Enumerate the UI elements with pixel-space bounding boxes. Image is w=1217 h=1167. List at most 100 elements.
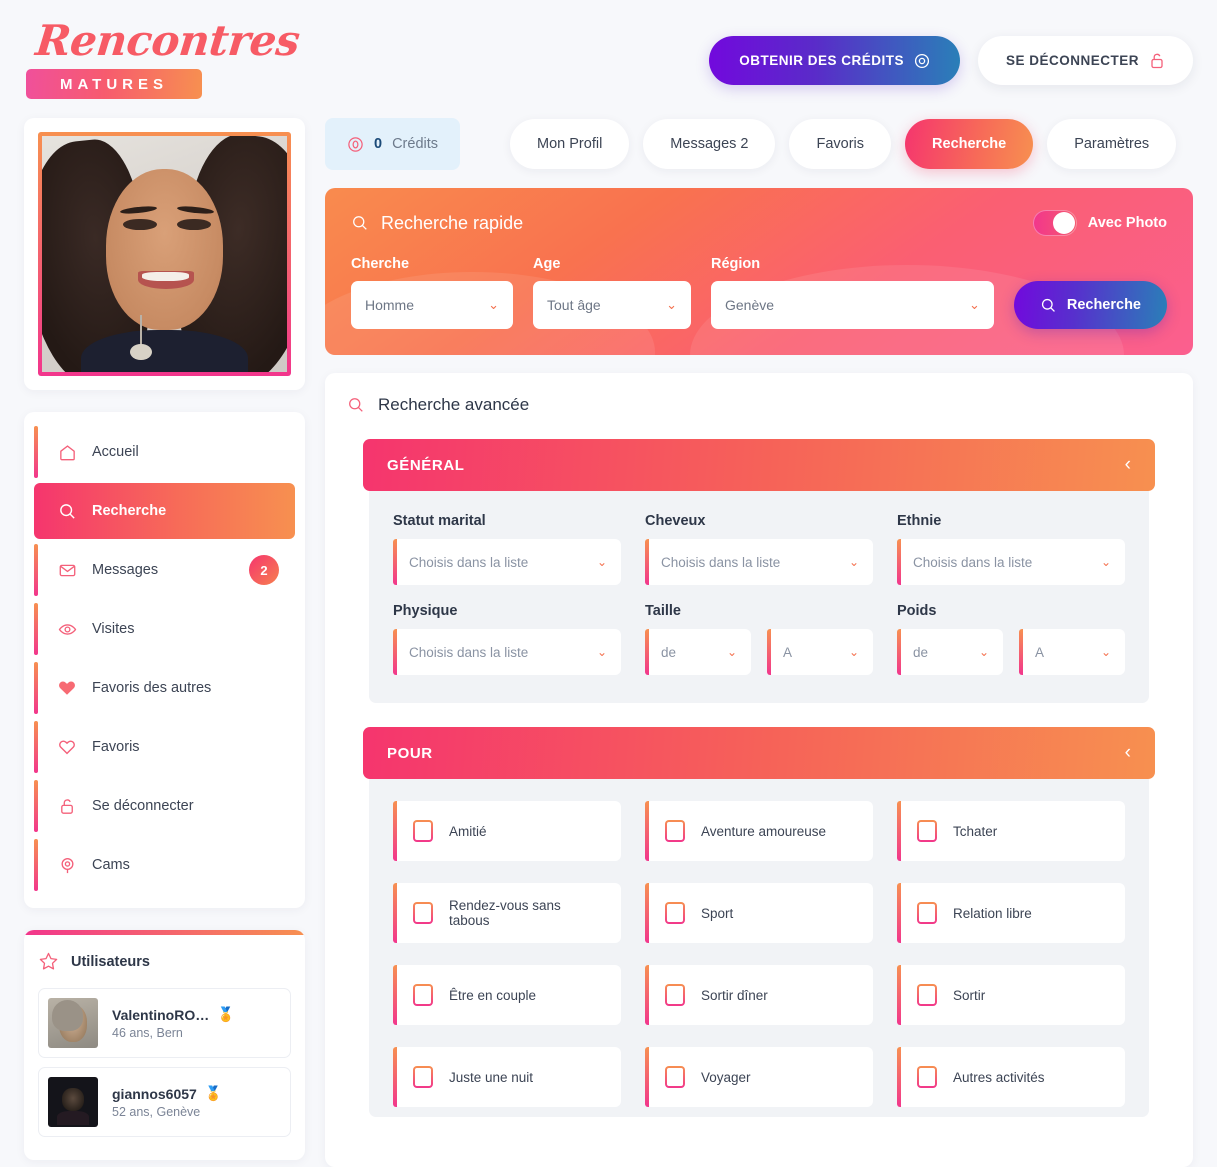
search-icon xyxy=(56,500,78,522)
heart-filled-icon xyxy=(56,677,78,699)
chevron-left-icon: ‹ xyxy=(1124,454,1131,475)
sidebar-item-recherche[interactable]: Recherche xyxy=(34,483,295,539)
eye-icon xyxy=(56,618,78,640)
sidebar-item-se-deconnecter[interactable]: Se déconnecter xyxy=(34,778,295,834)
checkbox-box[interactable] xyxy=(917,902,937,924)
tab-mon-profil[interactable]: Mon Profil xyxy=(510,119,630,169)
user-name: ValentinoRO… xyxy=(112,1006,210,1023)
brand-logo[interactable]: Rencontres MATURES xyxy=(24,16,302,99)
list-item[interactable]: ValentinoRO… 🏅 46 ans, Bern xyxy=(38,988,291,1058)
checkbox-autres-activites[interactable]: Autres activités xyxy=(896,1047,1125,1107)
field-statut-marital-label: Statut marital xyxy=(393,513,486,529)
sidebar-item-label: Favoris des autres xyxy=(92,680,212,696)
checkbox-box[interactable] xyxy=(665,902,685,924)
chevron-down-icon: ⌄ xyxy=(848,645,859,659)
checkbox-rendez-vous-sans-tabous[interactable]: Rendez-vous sans tabous xyxy=(393,883,621,943)
region-select[interactable]: Genève ⌄ xyxy=(711,281,994,329)
field-ethnie: Ethnie Choisis dans la liste ⌄ xyxy=(897,513,1125,585)
cherche-select[interactable]: Homme ⌄ xyxy=(351,281,513,329)
toggle-knob xyxy=(1052,212,1075,234)
tab-recherche[interactable]: Recherche xyxy=(905,119,1034,169)
users-panel-title: Utilisateurs xyxy=(71,953,150,970)
chevron-down-icon: ⌄ xyxy=(968,297,980,312)
sidebar-item-visites[interactable]: Visites xyxy=(34,601,295,657)
checkbox-box[interactable] xyxy=(917,820,937,842)
main-top-row: 0 Crédits Mon Profil Messages 2 Favoris … xyxy=(325,118,1193,170)
checkbox-sport[interactable]: Sport xyxy=(644,883,873,943)
checkbox-box[interactable] xyxy=(665,1066,685,1088)
quick-search-button[interactable]: Recherche xyxy=(1013,281,1167,329)
tab-favoris[interactable]: Favoris xyxy=(789,119,892,169)
sidebar-item-messages[interactable]: Messages 2 xyxy=(34,542,295,598)
field-cherche-label: Cherche xyxy=(351,256,410,272)
checkbox-amitie[interactable]: Amitié xyxy=(393,801,621,861)
get-credits-button[interactable]: OBTENIR DES CRÉDITS xyxy=(709,36,960,85)
quick-search-title-group: Recherche rapide xyxy=(351,213,523,234)
checkbox-sortir-diner[interactable]: Sortir dîner xyxy=(644,965,873,1025)
taille-to-select[interactable]: A ⌄ xyxy=(767,629,873,675)
star-icon xyxy=(38,951,59,972)
tab-messages[interactable]: Messages 2 xyxy=(643,119,776,169)
sidebar-item-cams[interactable]: Cams xyxy=(34,837,295,893)
field-poids: Poids de ⌄ A ⌄ xyxy=(897,603,1125,675)
checkbox-aventure-amoureuse[interactable]: Aventure amoureuse xyxy=(644,801,873,861)
users-panel: Utilisateurs ValentinoRO… 🏅 46 ans, Bern xyxy=(24,930,305,1160)
checkbox-etre-en-couple[interactable]: Être en couple xyxy=(393,965,621,1025)
advanced-search-title-group: Recherche avancée xyxy=(347,395,1171,415)
top-actions: OBTENIR DES CRÉDITS SE DÉCONNECTER xyxy=(709,36,1193,85)
ethnie-select[interactable]: Choisis dans la liste ⌄ xyxy=(897,539,1125,585)
checkbox-box[interactable] xyxy=(413,820,433,842)
checkbox-box[interactable] xyxy=(665,820,685,842)
checkbox-label: Sport xyxy=(700,905,734,921)
avatar[interactable] xyxy=(38,132,291,376)
avec-photo-label: Avec Photo xyxy=(1087,215,1167,231)
checkbox-relation-libre[interactable]: Relation libre xyxy=(896,883,1125,943)
checkbox-box[interactable] xyxy=(413,902,433,924)
checkbox-sortir[interactable]: Sortir xyxy=(896,965,1125,1025)
get-credits-label: OBTENIR DES CRÉDITS xyxy=(739,53,904,68)
taille-from-select[interactable]: de ⌄ xyxy=(645,629,751,675)
cherche-value: Homme xyxy=(365,297,415,313)
checkbox-label: Aventure amoureuse xyxy=(700,823,827,839)
heart-outline-icon xyxy=(56,736,78,758)
field-cheveux-label: Cheveux xyxy=(645,513,706,529)
webcam-icon xyxy=(56,854,78,876)
field-region-label: Région xyxy=(711,256,761,272)
field-physique-label: Physique xyxy=(393,603,458,619)
poids-from-select[interactable]: de ⌄ xyxy=(897,629,1003,675)
sidebar-item-accueil[interactable]: Accueil xyxy=(34,424,295,480)
checkbox-box[interactable] xyxy=(665,984,685,1006)
field-age-label: Age xyxy=(533,256,561,272)
chevron-down-icon: ⌄ xyxy=(488,297,499,312)
list-item[interactable]: giannos6057 🏅 52 ans, Genève xyxy=(38,1067,291,1137)
checkbox-juste-une-nuit[interactable]: Juste une nuit xyxy=(393,1047,621,1107)
checkbox-box[interactable] xyxy=(917,1066,937,1088)
checkbox-box[interactable] xyxy=(917,984,937,1006)
sidebar-item-favoris[interactable]: Favoris xyxy=(34,719,295,775)
region-value: Genève xyxy=(725,297,775,313)
checkbox-box[interactable] xyxy=(413,984,433,1006)
checkbox-voyager[interactable]: Voyager xyxy=(644,1047,873,1107)
physique-value: Choisis dans la liste xyxy=(409,644,529,660)
accordion-general-title: GÉNÉRAL xyxy=(387,456,465,474)
accordion-pour-header[interactable]: POUR ‹ xyxy=(363,727,1155,779)
sidebar-item-favoris-des-autres[interactable]: Favoris des autres xyxy=(34,660,295,716)
tab-parametres[interactable]: Paramètres xyxy=(1047,119,1177,169)
checkbox-label: Juste une nuit xyxy=(449,1069,534,1085)
logout-button[interactable]: SE DÉCONNECTER xyxy=(977,36,1193,85)
avec-photo-toggle[interactable] xyxy=(1032,210,1077,236)
checkbox-tchater[interactable]: Tchater xyxy=(896,801,1125,861)
accordion-general-header[interactable]: GÉNÉRAL ‹ xyxy=(363,439,1155,491)
field-region: Région Genève ⌄ xyxy=(711,256,994,329)
user-meta: 52 ans, Genève xyxy=(112,1105,201,1119)
sidebar-item-label: Recherche xyxy=(92,503,167,519)
age-select[interactable]: Tout âge ⌄ xyxy=(533,281,691,329)
poids-to-select[interactable]: A ⌄ xyxy=(1019,629,1125,675)
cheveux-select[interactable]: Choisis dans la liste ⌄ xyxy=(645,539,873,585)
statut-marital-select[interactable]: Choisis dans la liste ⌄ xyxy=(393,539,621,585)
unlock-icon xyxy=(1149,52,1165,69)
user-avatar xyxy=(48,1077,98,1127)
physique-select[interactable]: Choisis dans la liste ⌄ xyxy=(393,629,621,675)
checkbox-box[interactable] xyxy=(413,1066,433,1088)
chevron-down-icon: ⌄ xyxy=(978,645,989,659)
